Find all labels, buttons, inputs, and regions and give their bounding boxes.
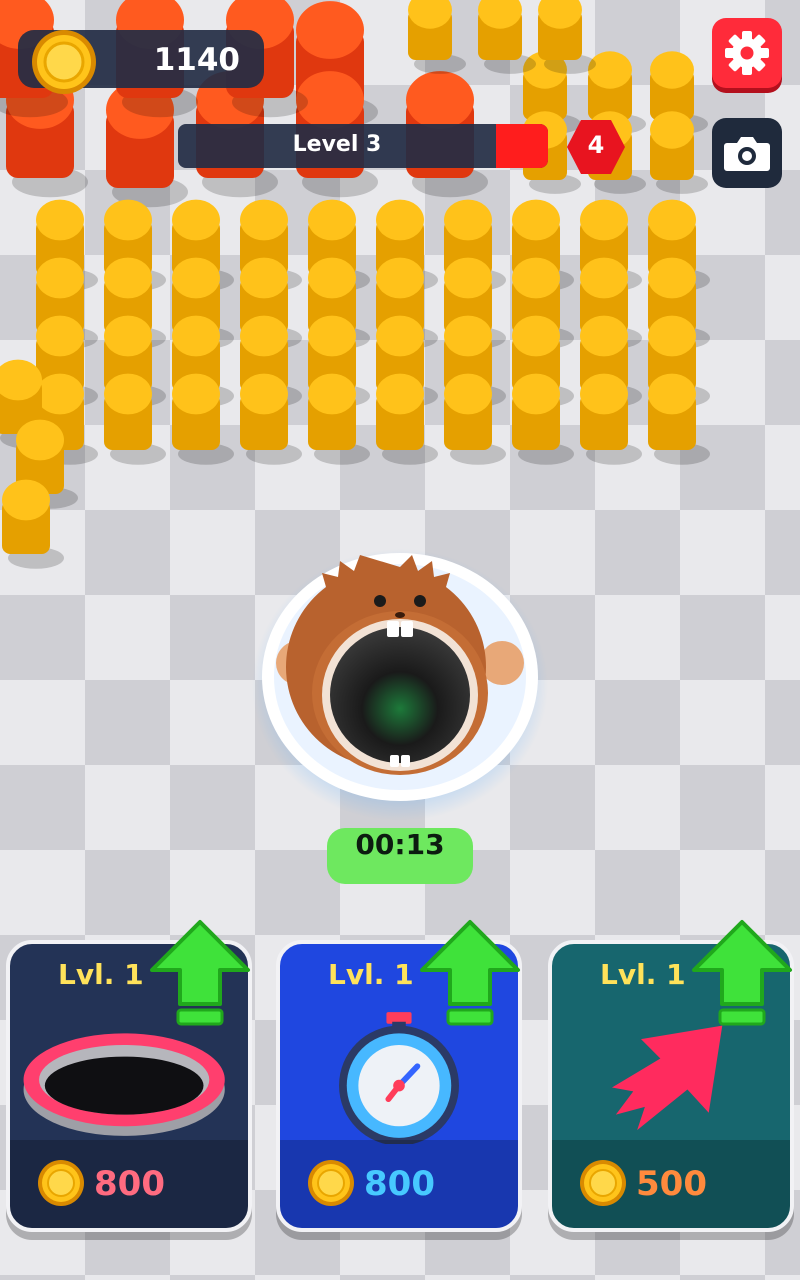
upgrade-card-speed[interactable]: Lvl. 1 500 [548,920,794,1232]
camera-icon [724,137,770,171]
next-level-badge: 4 [566,118,626,176]
settings-button[interactable] [712,18,782,88]
level-label: Level 3 [292,132,382,157]
pins-field [0,0,710,569]
coin-counter: 1140 [18,30,264,94]
upgrade-price: 800 [94,1164,165,1204]
monkey-hole-icon [252,549,548,821]
pin-obstacle [376,373,438,465]
hole-timer: 00:13 [327,828,473,884]
upgrade-price: 800 [364,1164,435,1204]
up-arrow-icon [692,920,792,1026]
up-arrow-icon [150,920,250,1026]
next-level-number: 4 [587,131,605,159]
pin-obstacle [308,373,370,465]
coin-icon [580,1160,626,1206]
level-progress-bar: Level 3 [178,124,548,168]
pin-obstacle [580,373,642,465]
level-progress-fill [496,124,548,168]
pin-obstacle [512,373,574,465]
camera-button[interactable] [712,118,782,188]
pin-obstacle [538,0,596,74]
pin-obstacle [104,373,166,465]
pin-obstacle [408,0,466,74]
player-hole[interactable] [250,545,550,825]
coin-icon [38,1160,84,1206]
gear-icon [725,31,769,75]
upgrade-card-size[interactable]: Lvl. 1 800 [6,920,252,1232]
coin-icon [32,30,96,94]
game-board [0,0,800,620]
pin-obstacle [172,373,234,465]
coin-icon [308,1160,354,1206]
pin-obstacle [444,373,506,465]
upgrade-price: 500 [636,1164,707,1204]
coin-amount: 1140 [153,42,240,78]
pin-obstacle [240,373,302,465]
pin-obstacle [478,0,536,74]
up-arrow-icon [420,920,520,1026]
upgrade-card-time[interactable]: Lvl. 1 800 [276,920,522,1232]
pin-obstacle [648,373,710,465]
